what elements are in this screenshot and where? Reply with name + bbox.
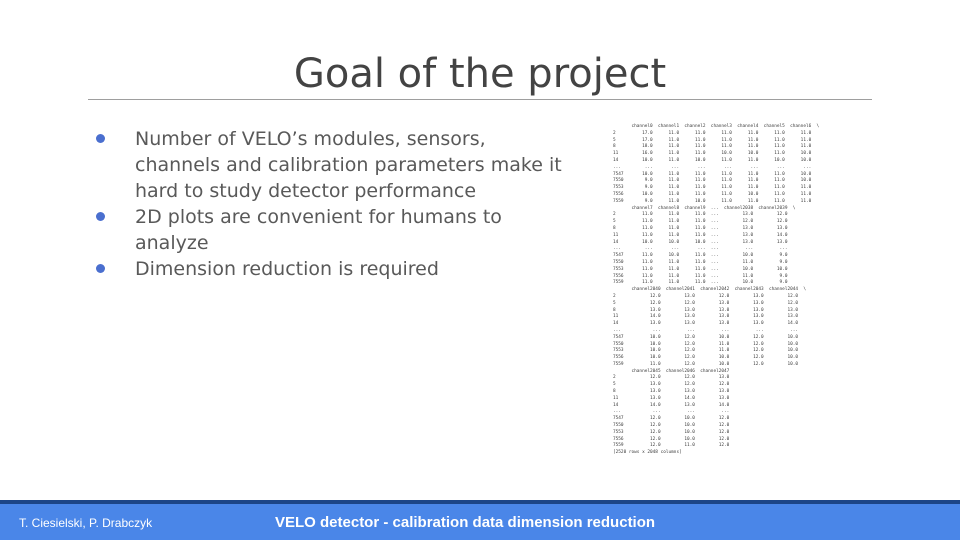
footer-authors: T. Ciesielski, P. Drabczyk	[19, 516, 153, 530]
bullet-item: Number of VELO’s modules, sensors, chann…	[96, 126, 566, 204]
dataframe-shape: [2520 rows x 2048 columns]	[613, 450, 682, 456]
dataframe-block: channel7 channel8 channel9 ... channel20…	[613, 205, 796, 286]
dataframe-block: channel2040 channel2041 channel2042 chan…	[613, 287, 806, 367]
bullet-text: 2D plots are convenient for humans to an…	[135, 206, 502, 254]
bullet-list: Number of VELO’s modules, sensors, chann…	[96, 126, 566, 282]
bullet-item: Dimension reduction is required	[96, 256, 566, 282]
bullet-icon	[96, 212, 105, 221]
dataframe-screenshot: channel0 channel1 channel2 channel3 chan…	[613, 124, 875, 476]
title-divider	[88, 99, 872, 100]
bullet-icon	[96, 264, 105, 273]
dataframe-block: channel0 channel1 channel2 channel3 chan…	[613, 124, 820, 204]
bullet-text: Dimension reduction is required	[135, 258, 439, 280]
footer-stripe	[0, 500, 960, 504]
bullet-icon	[96, 134, 105, 143]
dataframe-block: channel2045 channel2046 channel2047 2 12…	[613, 368, 730, 449]
slide-title: Goal of the project	[293, 51, 667, 97]
footer-subtitle: VELO detector - calibration data dimensi…	[275, 514, 656, 531]
bullet-text: Number of VELO’s modules, sensors, chann…	[135, 128, 562, 202]
footer-bar: T. Ciesielski, P. Drabczyk VELO detector…	[0, 500, 960, 540]
bullet-item: 2D plots are convenient for humans to an…	[96, 204, 566, 256]
